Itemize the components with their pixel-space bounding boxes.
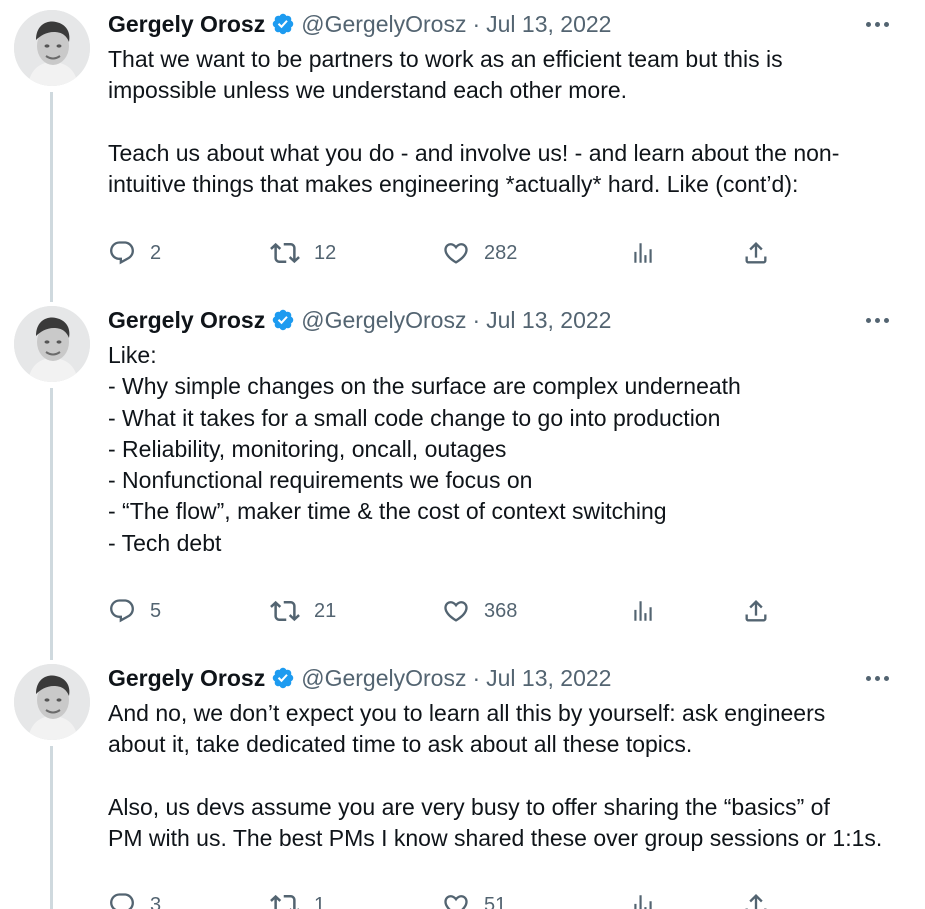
tweet-actions: 3 1 51 bbox=[108, 890, 788, 909]
like-count: 368 bbox=[484, 599, 518, 622]
tweet-date[interactable]: Jul 13, 2022 bbox=[486, 11, 611, 38]
more-icon[interactable] bbox=[857, 306, 897, 334]
author-handle[interactable]: @GergelyOrosz bbox=[301, 307, 466, 334]
retweet-icon bbox=[270, 596, 300, 626]
reply-button[interactable]: 3 bbox=[108, 890, 161, 909]
like-icon bbox=[442, 597, 470, 625]
retweet-count: 21 bbox=[314, 599, 337, 622]
thread-line bbox=[50, 92, 53, 296]
like-count: 282 bbox=[484, 241, 518, 264]
more-icon[interactable] bbox=[857, 10, 897, 38]
tweet-header: Gergely Orosz @GergelyOrosz · Jul 13, 20… bbox=[108, 306, 905, 334]
views-button[interactable] bbox=[630, 890, 656, 909]
author-handle[interactable]: @GergelyOrosz bbox=[301, 665, 466, 692]
reply-count: 5 bbox=[150, 599, 162, 622]
tweet-text: And no, we don’t expect you to learn all… bbox=[108, 700, 883, 852]
share-icon bbox=[742, 239, 770, 267]
like-button[interactable]: 51 bbox=[442, 890, 506, 909]
reply-icon bbox=[108, 891, 136, 909]
like-button[interactable]: 368 bbox=[442, 596, 517, 626]
share-button[interactable] bbox=[742, 890, 770, 909]
tweet-actions: 5 21 368 bbox=[108, 596, 788, 626]
retweet-count: 12 bbox=[314, 241, 337, 264]
share-icon bbox=[742, 597, 770, 625]
tweet-text: Like: - Why simple changes on the surfac… bbox=[108, 342, 741, 556]
retweet-button[interactable]: 1 bbox=[270, 890, 325, 909]
thread-line bbox=[50, 388, 53, 654]
thread-line bbox=[50, 746, 53, 909]
reply-count: 3 bbox=[150, 893, 162, 909]
thread-line bbox=[50, 650, 53, 660]
reply-count: 2 bbox=[150, 241, 162, 264]
tweet-header: Gergely Orosz @GergelyOrosz · Jul 13, 20… bbox=[108, 664, 905, 692]
share-icon bbox=[742, 891, 770, 909]
tweet[interactable]: Gergely Orosz @GergelyOrosz · Jul 13, 20… bbox=[0, 292, 925, 654]
reply-button[interactable]: 5 bbox=[108, 596, 161, 626]
retweet-count: 1 bbox=[314, 893, 326, 909]
more-icon[interactable] bbox=[857, 664, 897, 692]
verified-badge-icon bbox=[271, 308, 295, 332]
author-name[interactable]: Gergely Orosz bbox=[108, 307, 265, 334]
reply-icon bbox=[108, 239, 136, 267]
views-icon bbox=[630, 598, 656, 624]
thread-line bbox=[50, 292, 53, 302]
tweet[interactable]: Gergely Orosz @GergelyOrosz · Jul 13, 20… bbox=[0, 650, 925, 909]
tweet-date[interactable]: Jul 13, 2022 bbox=[486, 665, 611, 692]
like-button[interactable]: 282 bbox=[442, 238, 517, 268]
avatar[interactable] bbox=[14, 664, 90, 740]
thread: Gergely Orosz @GergelyOrosz · Jul 13, 20… bbox=[0, 0, 925, 909]
views-icon bbox=[630, 892, 656, 909]
views-button[interactable] bbox=[630, 596, 656, 626]
retweet-button[interactable]: 21 bbox=[270, 596, 336, 626]
tweet[interactable]: Gergely Orosz @GergelyOrosz · Jul 13, 20… bbox=[0, 0, 925, 296]
tweet-text: That we want to be partners to work as a… bbox=[108, 46, 840, 198]
like-count: 51 bbox=[484, 893, 507, 909]
like-icon bbox=[442, 239, 470, 267]
reply-button[interactable]: 2 bbox=[108, 238, 161, 268]
verified-badge-icon bbox=[271, 666, 295, 690]
verified-badge-icon bbox=[271, 12, 295, 36]
author-name[interactable]: Gergely Orosz bbox=[108, 665, 265, 692]
share-button[interactable] bbox=[742, 238, 770, 268]
tweet-date[interactable]: Jul 13, 2022 bbox=[486, 307, 611, 334]
avatar[interactable] bbox=[14, 306, 90, 382]
author-name[interactable]: Gergely Orosz bbox=[108, 11, 265, 38]
views-icon bbox=[630, 240, 656, 266]
avatar[interactable] bbox=[14, 10, 90, 86]
like-icon bbox=[442, 891, 470, 909]
share-button[interactable] bbox=[742, 596, 770, 626]
author-handle[interactable]: @GergelyOrosz bbox=[301, 11, 466, 38]
retweet-button[interactable]: 12 bbox=[270, 238, 336, 268]
tweet-header: Gergely Orosz @GergelyOrosz · Jul 13, 20… bbox=[108, 10, 905, 38]
separator: · bbox=[472, 10, 481, 37]
retweet-icon bbox=[270, 238, 300, 268]
retweet-icon bbox=[270, 890, 300, 909]
tweet-actions: 2 12 282 bbox=[108, 238, 788, 268]
reply-icon bbox=[108, 597, 136, 625]
views-button[interactable] bbox=[630, 238, 656, 268]
separator: · bbox=[472, 306, 481, 333]
separator: · bbox=[472, 664, 481, 691]
